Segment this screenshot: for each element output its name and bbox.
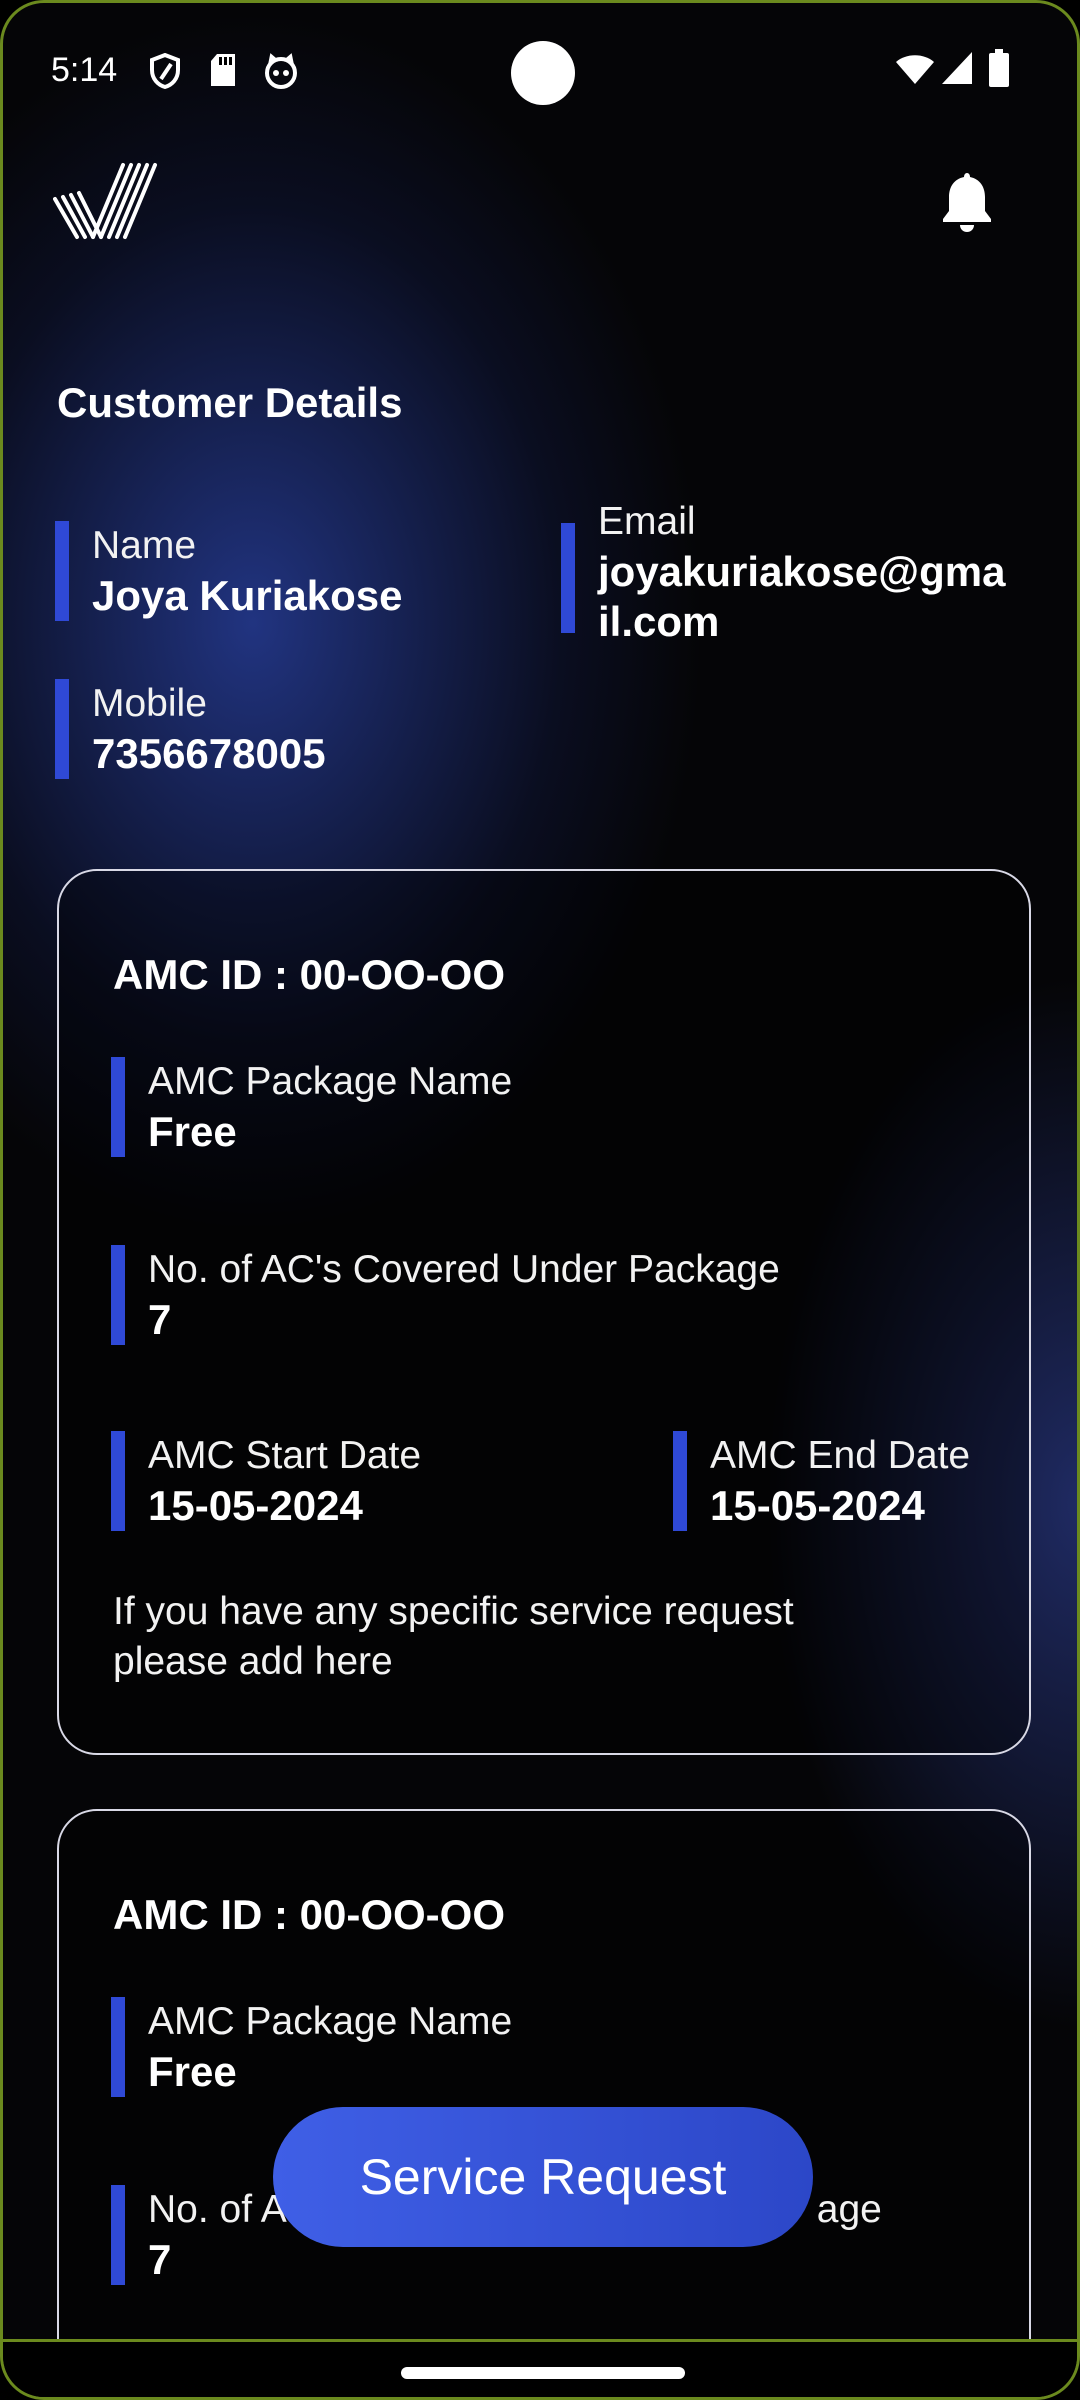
customer-details-title: Customer Details: [57, 379, 403, 426]
amc-id-title: AMC ID : 00-OO-OO: [113, 951, 506, 998]
mobile-label: Mobile: [92, 682, 207, 725]
accent-bar: [111, 1245, 125, 1345]
status-bar: 5:14: [3, 3, 1077, 139]
covered-acs-field: No. of AC's Covered Under Package 7: [111, 1245, 971, 1345]
start-date-value: 15-05-2024: [148, 1482, 363, 1529]
end-date-label: AMC End Date: [710, 1434, 971, 1477]
amc-card[interactable]: AMC ID : 00-OO-OO AMC Package Name Free …: [57, 1809, 1031, 2397]
accent-bar: [111, 1997, 125, 2097]
signal-icon: [942, 52, 972, 84]
accent-bar: [55, 679, 69, 779]
email-value-line2: il.com: [598, 598, 720, 645]
battery-icon: [989, 49, 1009, 87]
end-date-field: AMC End Date 15-05-2024: [673, 1431, 1013, 1531]
accent-bar: [111, 1431, 125, 1531]
wifi-icon: [896, 55, 934, 84]
accent-bar: [55, 521, 69, 621]
start-date-field: AMC Start Date 15-05-2024: [111, 1431, 551, 1531]
shield-icon: [150, 53, 180, 89]
cat-face-icon: [265, 53, 297, 89]
mobile-value: 7356678005: [92, 730, 326, 777]
package-name-label: AMC Package Name: [148, 1060, 513, 1103]
name-field: Name Joya Kuriakose: [55, 521, 515, 621]
email-value-line1: joyakuriakose@gma: [598, 548, 1006, 595]
covered-acs-label-right: age: [816, 2188, 882, 2231]
name-label: Name: [92, 524, 197, 567]
brand-logo[interactable]: [53, 161, 165, 241]
accent-bar: [111, 2185, 125, 2285]
amc-id-title: AMC ID : 00-OO-OO: [113, 1891, 506, 1938]
package-name-field: AMC Package Name Free: [111, 1997, 911, 2097]
accent-bar: [673, 1431, 687, 1531]
accent-bar: [561, 523, 575, 633]
name-value: Joya Kuriakose: [92, 572, 403, 619]
home-indicator[interactable]: [401, 2367, 685, 2379]
service-request-note[interactable]: If you have any specific service request…: [113, 1587, 973, 1687]
covered-acs-label-left: No. of A: [148, 2188, 287, 2231]
note-line-2: please add here: [113, 1640, 393, 1683]
package-name-value: Free: [148, 2048, 237, 2095]
amc-card[interactable]: AMC ID : 00-OO-OO AMC Package Name Free …: [57, 869, 1031, 1755]
package-name-field: AMC Package Name Free: [111, 1057, 911, 1157]
accent-bar: [111, 1057, 125, 1157]
email-field: Email joyakuriakose@gma il.com: [561, 500, 1041, 647]
camera-cutout: [511, 41, 575, 105]
bell-icon[interactable]: [939, 171, 995, 233]
covered-acs-value: 7: [148, 1296, 172, 1343]
package-name-value: Free: [148, 1108, 237, 1155]
covered-acs-label: No. of AC's Covered Under Package: [148, 1248, 780, 1291]
sd-card-icon: [211, 54, 235, 86]
mobile-field: Mobile 7356678005: [55, 679, 515, 779]
status-time: 5:14: [51, 51, 118, 89]
service-request-button[interactable]: Service Request: [273, 2107, 813, 2247]
app-screen: 5:14 Customer Details Name Joya Kuriakos…: [0, 0, 1080, 2400]
email-label: Email: [598, 500, 696, 543]
end-date-value: 15-05-2024: [710, 1482, 925, 1529]
start-date-label: AMC Start Date: [148, 1434, 422, 1477]
package-name-label: AMC Package Name: [148, 2000, 513, 2043]
note-line-1: If you have any specific service request: [113, 1590, 794, 1633]
